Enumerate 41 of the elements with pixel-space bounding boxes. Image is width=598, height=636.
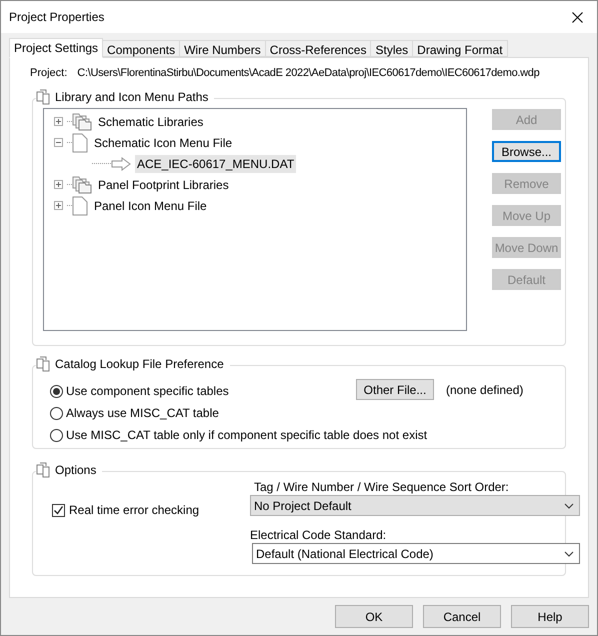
group-title: Library and Icon Menu Paths <box>55 89 208 106</box>
radio-label: Use MISC_CAT table only if component specific table does not exist <box>66 427 428 444</box>
radio-label: Use component specific tables <box>66 383 229 400</box>
side-button[interactable]: Browse... <box>492 141 561 162</box>
tab[interactable]: Drawing Format <box>412 40 508 57</box>
radio-button[interactable] <box>50 384 63 398</box>
tab[interactable]: Cross-References <box>264 40 372 57</box>
project-path: C:\Users\FlorentinaStirbu\Documents\AcadE 2022\AeData\proj\IEC60617demo\IEC60617demo.wdp <box>77 66 540 81</box>
dialog-button[interactable]: Cancel <box>423 605 501 628</box>
group-title: Catalog Lookup File Preference <box>55 356 224 373</box>
dialog-button[interactable]: Help <box>511 605 589 628</box>
tree-item[interactable]: ACE_IEC-60617_MENU.DAT <box>135 154 296 172</box>
expand-icon[interactable] <box>54 201 63 210</box>
tree-item[interactable]: Panel Footprint Libraries <box>96 176 231 194</box>
project-label: Project: <box>30 66 68 81</box>
dropdown[interactable]: Default (National Electrical Code) <box>252 543 580 564</box>
expand-icon[interactable] <box>54 117 63 126</box>
radio-button[interactable] <box>50 428 63 442</box>
group-title: Options <box>55 462 96 479</box>
tree-item[interactable]: Schematic Libraries <box>96 112 206 130</box>
tree-item[interactable]: Schematic Icon Menu File <box>92 134 234 152</box>
tab[interactable]: Project Settings <box>9 38 104 58</box>
radio-label: Always use MISC_CAT table <box>66 405 219 422</box>
collapse-icon[interactable] <box>54 138 63 147</box>
checkbox[interactable] <box>52 504 65 516</box>
tree-item[interactable]: Panel Icon Menu File <box>92 196 209 214</box>
tab[interactable]: Wire Numbers <box>179 40 266 57</box>
chevron-down-icon <box>564 550 574 556</box>
radio-button[interactable] <box>50 406 63 420</box>
sort-order-label: Tag / Wire Number / Wire Sequence Sort Order: <box>253 479 510 495</box>
expand-icon[interactable] <box>54 180 63 189</box>
tab[interactable]: Components <box>102 40 180 57</box>
window-title: Project Properties <box>9 9 104 26</box>
chevron-down-icon <box>564 502 574 508</box>
other-file-button[interactable]: Other File... <box>356 379 434 400</box>
checkbox-label: Real time error checking <box>69 502 200 519</box>
dialog-button[interactable]: OK <box>335 605 413 628</box>
other-file-value: (none defined) <box>446 382 524 398</box>
tab[interactable]: Styles <box>370 40 414 57</box>
close-icon[interactable] <box>572 12 583 22</box>
code-standard-label: Electrical Code Standard: <box>250 527 388 543</box>
